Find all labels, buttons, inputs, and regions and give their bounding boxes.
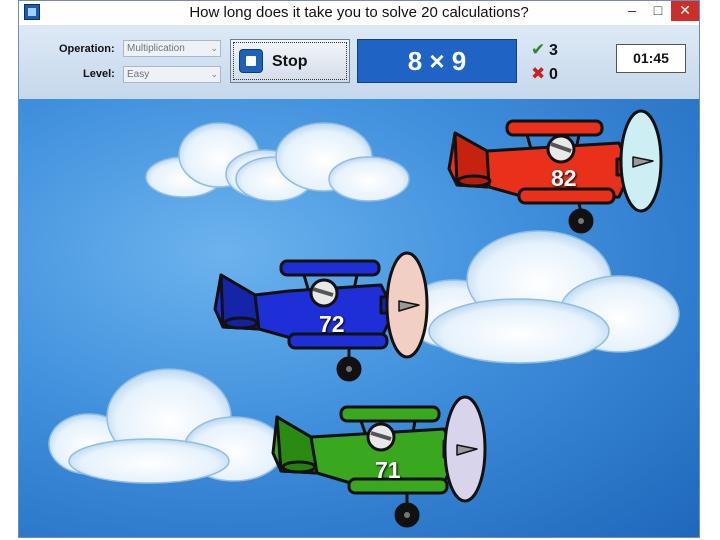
wrong-count: 0 <box>549 66 558 83</box>
current-problem: 8 × 9 <box>357 39 517 83</box>
title-bar: How long does it take you to solve 20 ca… <box>19 1 699 25</box>
app-window: How long does it take you to solve 20 ca… <box>18 0 700 538</box>
toolbar: Operation: Multiplication ⌄ Level: Easy … <box>19 25 699 100</box>
timer-display: 01:45 <box>616 44 686 73</box>
cloud <box>48 368 285 484</box>
sky-scene <box>48 109 680 528</box>
green-plane-answer[interactable]: 71 <box>375 457 401 484</box>
level-value: Easy <box>127 69 150 80</box>
correct-score: ✔ 3 <box>531 40 558 60</box>
red-plane-answer[interactable]: 82 <box>551 165 577 192</box>
cloud <box>235 122 410 202</box>
stop-button[interactable]: Stop <box>230 39 350 83</box>
minimize-button[interactable]: – <box>619 1 645 21</box>
chevron-down-icon: ⌄ <box>210 69 218 79</box>
level-label: Level: <box>83 68 115 80</box>
chevron-down-icon: ⌄ <box>210 43 218 53</box>
blue-plane-answer[interactable]: 72 <box>319 311 345 338</box>
stop-button-label: Stop <box>272 53 308 70</box>
operation-label: Operation: <box>59 43 115 55</box>
game-area: 82 72 71 <box>19 99 699 537</box>
correct-count: 3 <box>549 42 558 59</box>
wrong-score: ✖ 0 <box>531 64 558 84</box>
operation-value: Multiplication <box>127 43 185 54</box>
stop-icon <box>239 49 263 73</box>
window-title: How long does it take you to solve 20 ca… <box>189 4 529 21</box>
operation-select[interactable]: Multiplication ⌄ <box>123 40 221 57</box>
level-select[interactable]: Easy ⌄ <box>123 66 221 83</box>
maximize-button[interactable]: □ <box>645 1 671 21</box>
close-button[interactable]: ✕ <box>671 1 699 21</box>
checkmark-icon: ✔ <box>531 40 546 59</box>
cross-icon: ✖ <box>531 64 546 83</box>
cloud <box>403 230 680 364</box>
